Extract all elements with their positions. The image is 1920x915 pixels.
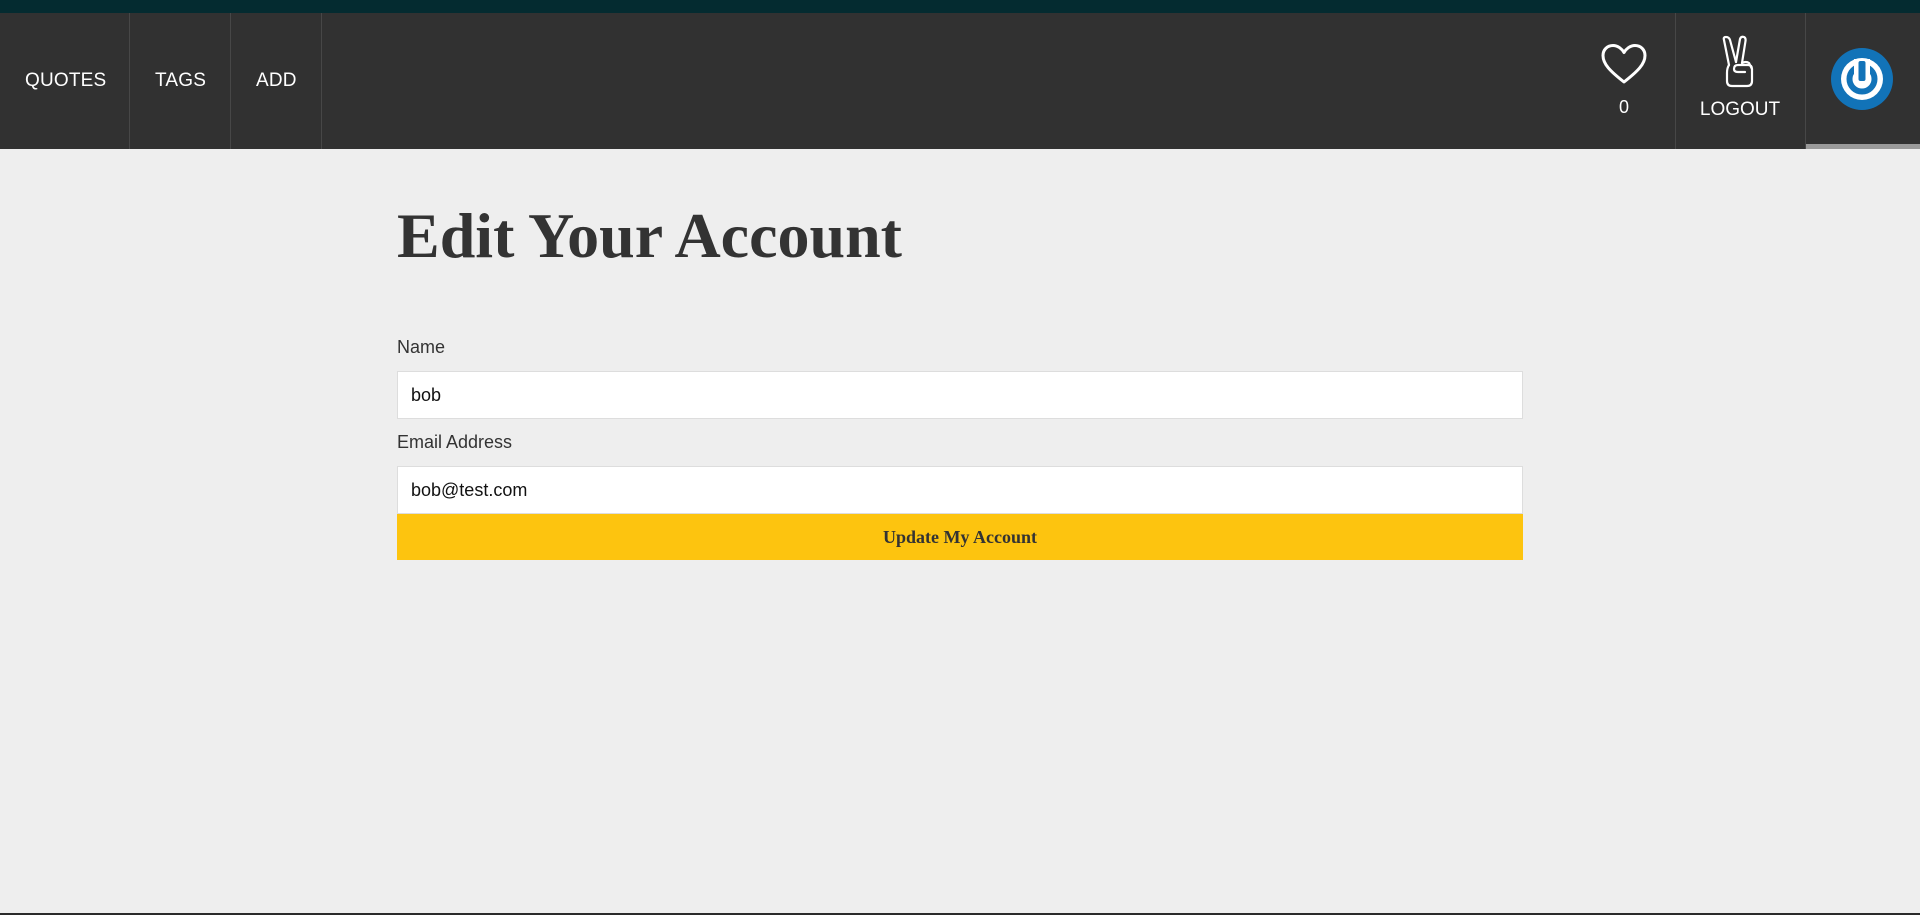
- name-field[interactable]: [397, 371, 1523, 419]
- nav-link-quotes[interactable]: QUOTES: [0, 13, 130, 149]
- peace-hand-icon: [1722, 35, 1754, 88]
- favorites-count: 0: [1618, 97, 1629, 117]
- email-field[interactable]: [397, 466, 1523, 514]
- logout-label: LOGOUT: [1699, 99, 1781, 120]
- page-title: Edit Your Account: [397, 200, 902, 271]
- name-label: Name: [397, 337, 446, 357]
- favorites-button[interactable]: 0: [1576, 13, 1676, 149]
- top-accent-strip: [0, 0, 1920, 13]
- user-avatar-button[interactable]: [1806, 13, 1920, 149]
- logout-button[interactable]: LOGOUT: [1676, 13, 1806, 149]
- nav-links: QUOTES TAGS ADD: [0, 13, 322, 149]
- nav-link-add[interactable]: ADD: [231, 13, 322, 149]
- nav-link-tags[interactable]: TAGS: [130, 13, 231, 149]
- active-indicator: [1806, 144, 1920, 149]
- update-account-button[interactable]: Update My Account: [397, 514, 1523, 560]
- top-navbar: QUOTES TAGS ADD 0 LOGOUT: [0, 13, 1920, 149]
- heart-icon: [1601, 44, 1647, 84]
- power-icon: [1831, 48, 1893, 110]
- email-label: Email Address: [397, 432, 513, 452]
